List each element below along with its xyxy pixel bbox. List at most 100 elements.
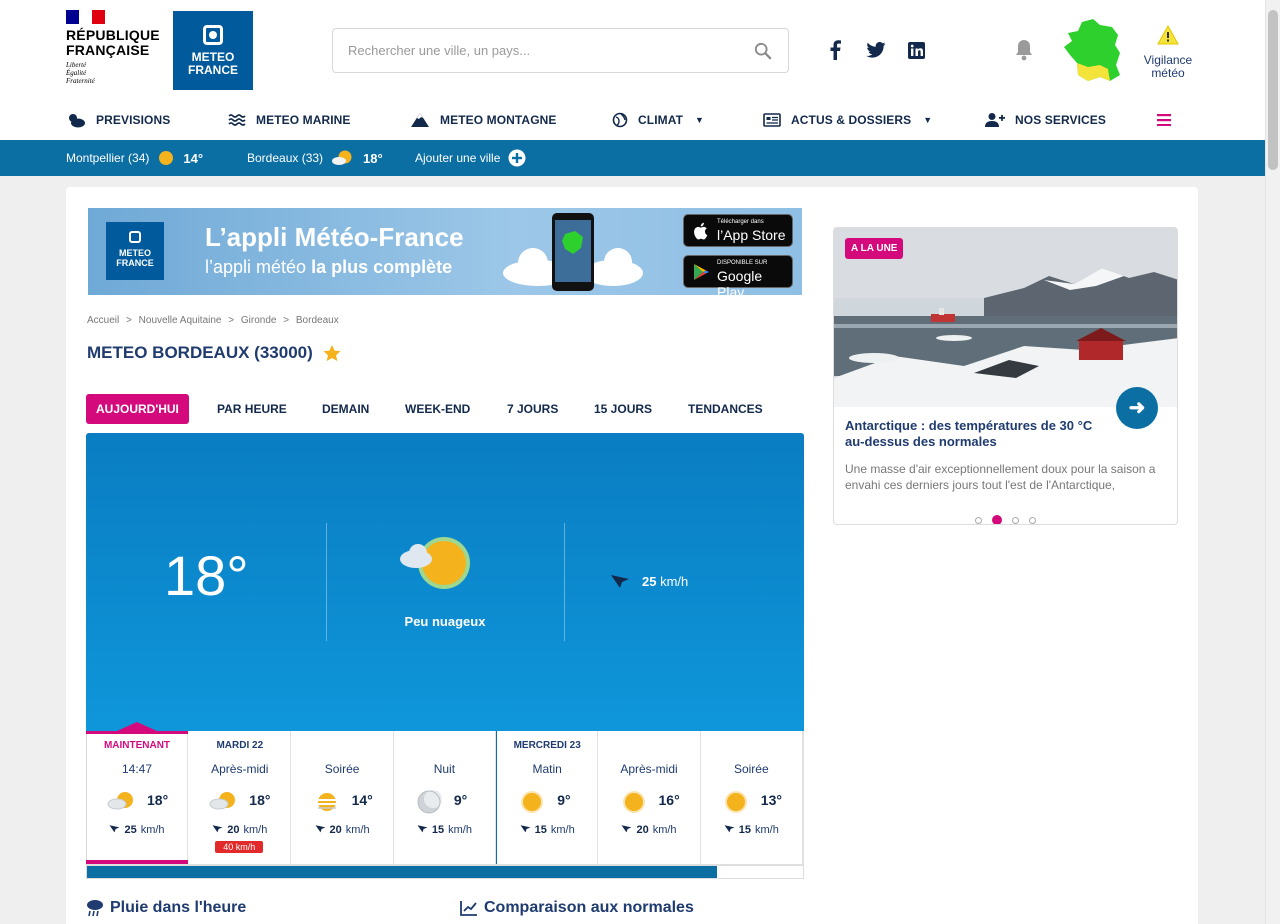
tab-tendances[interactable]: TENDANCES: [688, 394, 763, 424]
news-title[interactable]: Antarctique : des températures de 30 °C …: [845, 418, 1105, 450]
favorite-city-temp: 18°: [363, 150, 383, 166]
facebook-icon[interactable]: [829, 40, 841, 60]
wind-gust-badge: 40 km/h: [215, 841, 264, 853]
forecast-timeline-scroll-thumb[interactable]: [87, 866, 718, 878]
forecast-wind-unit: km/h: [755, 824, 779, 836]
page-scrollbar-thumb[interactable]: [1268, 10, 1278, 170]
forecast-period: Soirée: [324, 762, 360, 776]
carousel-dot[interactable]: [1029, 517, 1036, 524]
vigilance-line2: météo: [1151, 66, 1185, 80]
nav-item-climat[interactable]: CLIMAT ▼: [612, 100, 704, 140]
breadcrumb-separator: >: [283, 315, 290, 326]
forecast-column[interactable]: MAINTENANT 14:47 18° 25 km/h: [86, 722, 188, 864]
weather-icon: [69, 114, 85, 128]
search-box: [332, 28, 789, 73]
app-promo-banner[interactable]: METEO FRANCE L’appli Météo-France l’appl…: [88, 208, 802, 295]
wind-direction-arrow-icon: [611, 575, 629, 588]
republique-francaise-logo[interactable]: RÉPUBLIQUE FRANÇAISE Liberté Égalité Fra…: [66, 10, 166, 95]
nav-item-meteo-marine[interactable]: METEO MARINE: [228, 100, 351, 140]
tab-aujourdhui[interactable]: AUJOURD'HUI: [86, 394, 189, 424]
nav-label: METEO MONTAGNE: [440, 113, 557, 127]
favorite-city-bordeaux[interactable]: Bordeaux (33) 18°: [247, 140, 383, 176]
app-store-button[interactable]: Télécharger dans l’App Store: [683, 214, 793, 247]
breadcrumb-item[interactable]: Accueil: [87, 315, 119, 326]
forecast-column[interactable]: Soirée 13° 15 km/h: [701, 731, 803, 864]
news-next-arrow-icon[interactable]: ➜: [1116, 387, 1158, 429]
carousel-dot[interactable]: [1012, 517, 1019, 524]
vigilance-link[interactable]: Vigilance météo: [1136, 24, 1200, 80]
vigilance-france-map-icon[interactable]: [1060, 17, 1128, 85]
forecast-wind-unit: km/h: [550, 824, 575, 836]
sun-cloud-icon: [107, 789, 137, 815]
forecast-column[interactable]: Soirée 14° 20 km/h: [292, 731, 394, 864]
forecast-timeline-scrollbar[interactable]: [86, 865, 804, 879]
breadcrumb-item[interactable]: Nouvelle Aquitaine: [139, 315, 222, 326]
breadcrumb-item[interactable]: Gironde: [241, 315, 277, 326]
forecast-temp: 18°: [249, 792, 271, 808]
forecast-day: MAINTENANT: [103, 740, 171, 751]
forecast-column[interactable]: Après-midi 16° 20 km/h: [599, 731, 701, 864]
rain-icon: [87, 900, 103, 917]
forecast-timeline[interactable]: MAINTENANT 14:47 18° 25 km/h MARDI 22 Après-mi…: [86, 722, 804, 865]
forecast-column[interactable]: MERCREDI 23 Matin 9° 15 km/h: [496, 731, 599, 864]
moon-icon: [414, 789, 444, 815]
forecast-wind-speed: 15: [534, 824, 547, 836]
app-store-big: l’App Store: [717, 227, 786, 243]
forecast-day: MERCREDI 23: [513, 740, 581, 751]
sun-icon: [721, 789, 751, 815]
tab-par-heure[interactable]: PAR HEURE: [217, 394, 287, 424]
forecast-column[interactable]: Nuit 9° 15 km/h: [394, 731, 496, 864]
forecast-day: MARDI 22: [216, 740, 264, 751]
rain-next-hour-section-title[interactable]: Pluie dans l'heure: [86, 899, 246, 917]
search-icon[interactable]: [754, 42, 772, 60]
forecast-wind-speed: 15: [431, 824, 445, 836]
add-city-button[interactable]: Ajouter une ville: [415, 140, 526, 176]
gov-name-line2: FRANÇAISE: [66, 42, 150, 58]
forecast-period: Matin: [532, 762, 562, 776]
tab-7-jours[interactable]: 7 JOURS: [507, 394, 558, 424]
chevron-down-icon: ▼: [923, 115, 933, 125]
banner-logo-line2: FRANCE: [116, 258, 154, 268]
gov-motto-2: Égalité: [66, 69, 87, 77]
gov-motto-1: Liberté: [66, 61, 87, 69]
favorite-city-montpellier[interactable]: Montpellier (34) 14°: [66, 140, 203, 176]
normals-comparison-section-title[interactable]: Comparaison aux normales: [460, 899, 694, 917]
twitter-icon[interactable]: [866, 42, 886, 58]
wind-direction-arrow-icon: [621, 824, 632, 836]
forecast-wind: 15 km/h: [701, 824, 802, 836]
google-play-button[interactable]: DISPONIBLE SUR Google Play: [683, 255, 793, 295]
forecast-temp: 18°: [147, 792, 169, 808]
carousel-dot[interactable]: [975, 517, 982, 524]
forecast-wind: 25 km/h: [87, 824, 187, 836]
line-chart-icon: [460, 901, 477, 916]
google-play-small: DISPONIBLE SUR: [717, 260, 768, 266]
main-content-card: METEO FRANCE L’appli Météo-France l’appl…: [66, 187, 1198, 924]
nav-item-actus-dossiers[interactable]: ACTUS & DOSSIERS ▼: [763, 100, 932, 140]
apple-icon: [694, 222, 708, 240]
news-carousel: A LA UNE ➜ Antarctique : des température…: [833, 227, 1178, 525]
nav-item-nos-services[interactable]: NOS SERVICES: [985, 100, 1106, 140]
tab-15-jours[interactable]: 15 JOURS: [594, 394, 652, 424]
sun-cloud-icon: [209, 789, 239, 815]
favorite-city-name: Montpellier (34): [66, 151, 150, 165]
forecast-column[interactable]: MARDI 22 Après-midi 18° 20 km/h 40 km/h: [189, 731, 292, 864]
current-wind-unit: km/h: [660, 573, 689, 589]
search-input[interactable]: [333, 29, 733, 72]
favorite-star-icon[interactable]: [323, 344, 341, 362]
notification-bell-icon[interactable]: [1013, 38, 1035, 62]
linkedin-icon[interactable]: [908, 42, 925, 59]
sun-cloud-icon: [400, 537, 470, 589]
gov-motto-3: Fraternité: [66, 77, 95, 85]
carousel-dot[interactable]: [992, 515, 1002, 524]
newspaper-icon: [763, 113, 781, 127]
tab-demain[interactable]: DEMAIN: [322, 394, 369, 424]
nav-item-meteo-montagne[interactable]: METEO MONTAGNE: [410, 100, 557, 140]
main-nav: PREVISIONS METEO MARINE METEO MONTAGNE C…: [0, 100, 1265, 140]
nav-item-previsions[interactable]: PREVISIONS: [66, 100, 170, 140]
page-scrollbar[interactable]: [1265, 0, 1280, 924]
hamburger-menu-icon[interactable]: [1157, 114, 1171, 126]
breadcrumb-item[interactable]: Bordeaux: [296, 315, 339, 326]
meteo-france-logo[interactable]: METEO FRANCE: [173, 11, 253, 90]
sun-icon: [619, 789, 649, 815]
tab-week-end[interactable]: WEEK-END: [405, 394, 470, 424]
